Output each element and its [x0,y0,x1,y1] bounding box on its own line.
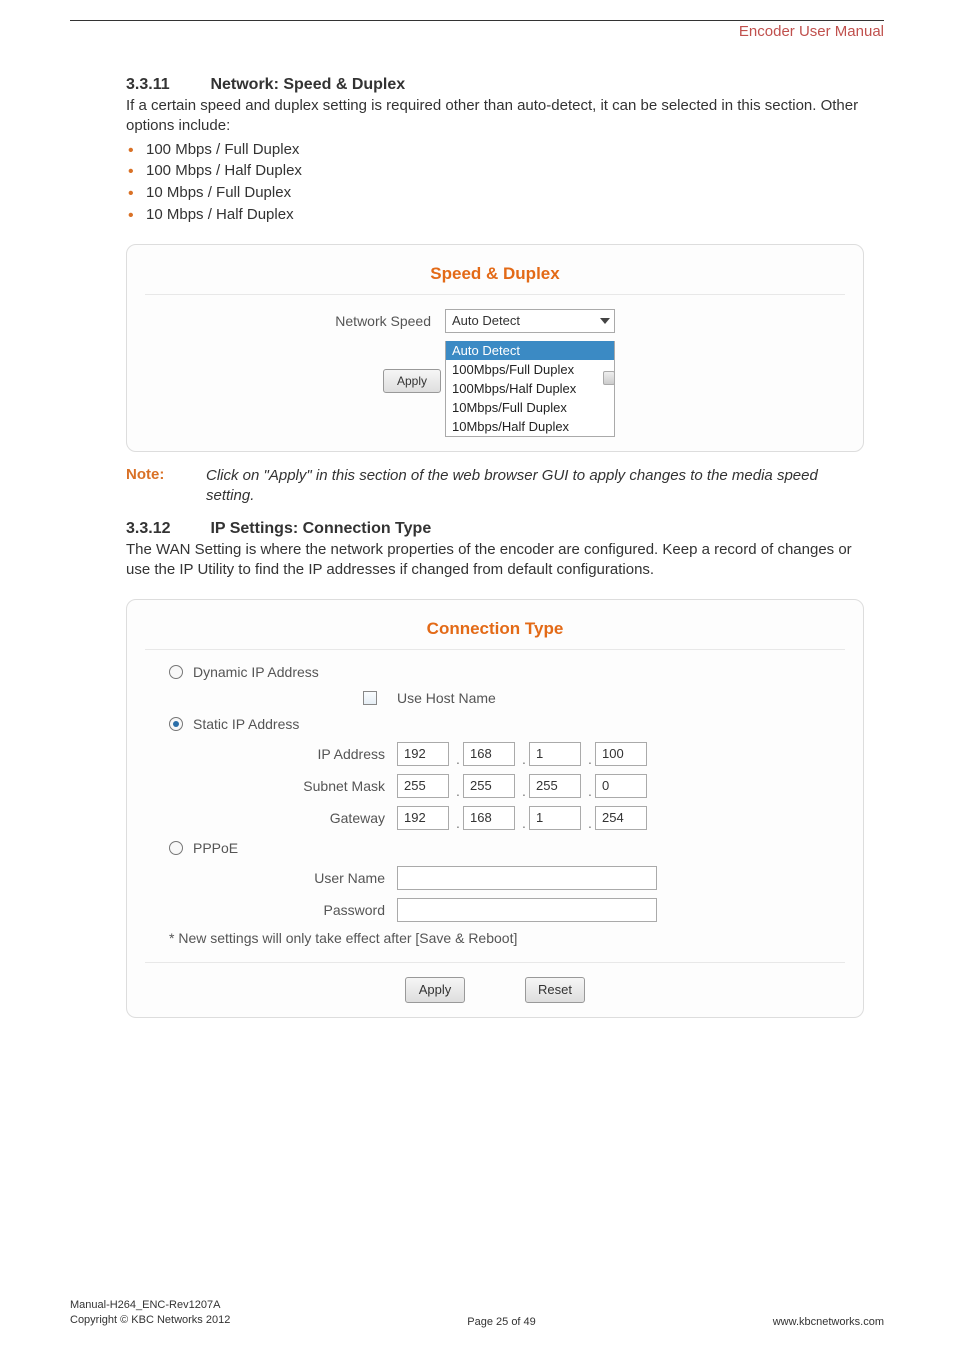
dot-separator: . [453,815,463,831]
subnet-octet-1[interactable] [397,774,449,798]
subnet-label: Subnet Mask [169,778,397,794]
select-value: Auto Detect [452,313,520,328]
section-heading-speed: 3.3.11 Network: Speed & Duplex [126,76,864,94]
subnet-octet-2[interactable] [463,774,515,798]
ip-address-label: IP Address [169,746,397,762]
footer-copyright: Copyright © KBC Networks 2012 [70,1313,230,1328]
gateway-label: Gateway [169,810,397,826]
password-label: Password [169,902,397,918]
dropdown-option[interactable]: 10Mbps/Full Duplex [446,398,614,417]
dot-separator: . [519,815,529,831]
connection-type-panel: Connection Type Dynamic IP Address Use H… [126,599,864,1018]
ip-octet-3[interactable] [529,742,581,766]
ip-octet-4[interactable] [595,742,647,766]
dropdown-option[interactable]: 100Mbps/Full Duplex [446,360,614,379]
dot-separator: . [453,751,463,767]
password-input[interactable] [397,898,657,922]
list-item: 10 Mbps / Full Duplex [126,182,864,204]
header-rule [70,20,884,21]
save-reboot-hint: * New settings will only take effect aft… [169,930,845,946]
radio-icon [169,841,183,855]
dot-separator: . [453,783,463,799]
use-hostname-checkbox[interactable] [363,691,377,705]
gateway-octet-1[interactable] [397,806,449,830]
section-heading-ip: 3.3.12 IP Settings: Connection Type [126,520,864,538]
reset-button[interactable]: Reset [525,977,585,1003]
dropdown-option[interactable]: 10Mbps/Half Duplex [446,417,614,436]
radio-icon [169,717,183,731]
username-label: User Name [169,870,397,886]
gateway-octet-3[interactable] [529,806,581,830]
footer-url: www.kbcnetworks.com [773,1316,884,1328]
subnet-octet-4[interactable] [595,774,647,798]
static-ip-radio-row[interactable]: Static IP Address [169,716,845,732]
dropdown-option[interactable]: 100Mbps/Half Duplex [446,379,614,398]
network-speed-label: Network Speed [145,313,445,329]
speed-duplex-panel: Speed & Duplex Network Speed Auto Detect… [126,244,864,452]
dot-separator: . [519,783,529,799]
network-speed-select[interactable]: Auto Detect [445,309,615,333]
note-block: Note: Click on "Apply" in this section o… [126,466,864,507]
dropdown-option[interactable]: Auto Detect [446,341,614,360]
ip-octet-2[interactable] [463,742,515,766]
list-item: 100 Mbps / Full Duplex [126,139,864,161]
username-input[interactable] [397,866,657,890]
gateway-octet-4[interactable] [595,806,647,830]
dot-separator: . [585,783,595,799]
subnet-octet-3[interactable] [529,774,581,798]
footer-manual-id: Manual-H264_ENC-Rev1207A [70,1298,230,1313]
pppoe-label: PPPoE [193,840,238,856]
list-item: 10 Mbps / Half Duplex [126,204,864,226]
footer-page-number: Page 25 of 49 [467,1316,536,1328]
doc-title: Encoder User Manual [70,23,884,40]
section-title: Network: Speed & Duplex [210,76,405,93]
section-number: 3.3.11 [126,76,206,94]
dynamic-ip-label: Dynamic IP Address [193,664,319,680]
gateway-octet-2[interactable] [463,806,515,830]
chevron-down-icon [600,318,610,324]
dot-separator: . [585,815,595,831]
section-number: 3.3.12 [126,520,206,538]
dynamic-ip-radio-row[interactable]: Dynamic IP Address [169,664,845,680]
panel-title: Speed & Duplex [145,259,845,295]
scrollbar-thumb[interactable] [603,371,615,385]
note-label: Note: [126,466,178,507]
note-text: Click on "Apply" in this section of the … [206,466,864,507]
use-hostname-label: Use Host Name [397,690,496,706]
dot-separator: . [519,751,529,767]
apply-button[interactable]: Apply [405,977,465,1003]
panel-title: Connection Type [145,614,845,650]
section-intro: If a certain speed and duplex setting is… [126,96,864,137]
radio-icon [169,665,183,679]
ip-octet-1[interactable] [397,742,449,766]
section-intro: The WAN Setting is where the network pro… [126,540,864,581]
apply-button[interactable]: Apply [383,369,441,393]
page-footer: Manual-H264_ENC-Rev1207A Copyright © KBC… [70,1298,884,1328]
pppoe-radio-row[interactable]: PPPoE [169,840,845,856]
list-item: 100 Mbps / Half Duplex [126,160,864,182]
dot-separator: . [585,751,595,767]
network-speed-dropdown[interactable]: Auto Detect 100Mbps/Full Duplex 100Mbps/… [445,341,615,437]
section-title: IP Settings: Connection Type [210,520,431,537]
speed-options-list: 100 Mbps / Full Duplex 100 Mbps / Half D… [126,139,864,226]
static-ip-label: Static IP Address [193,716,299,732]
